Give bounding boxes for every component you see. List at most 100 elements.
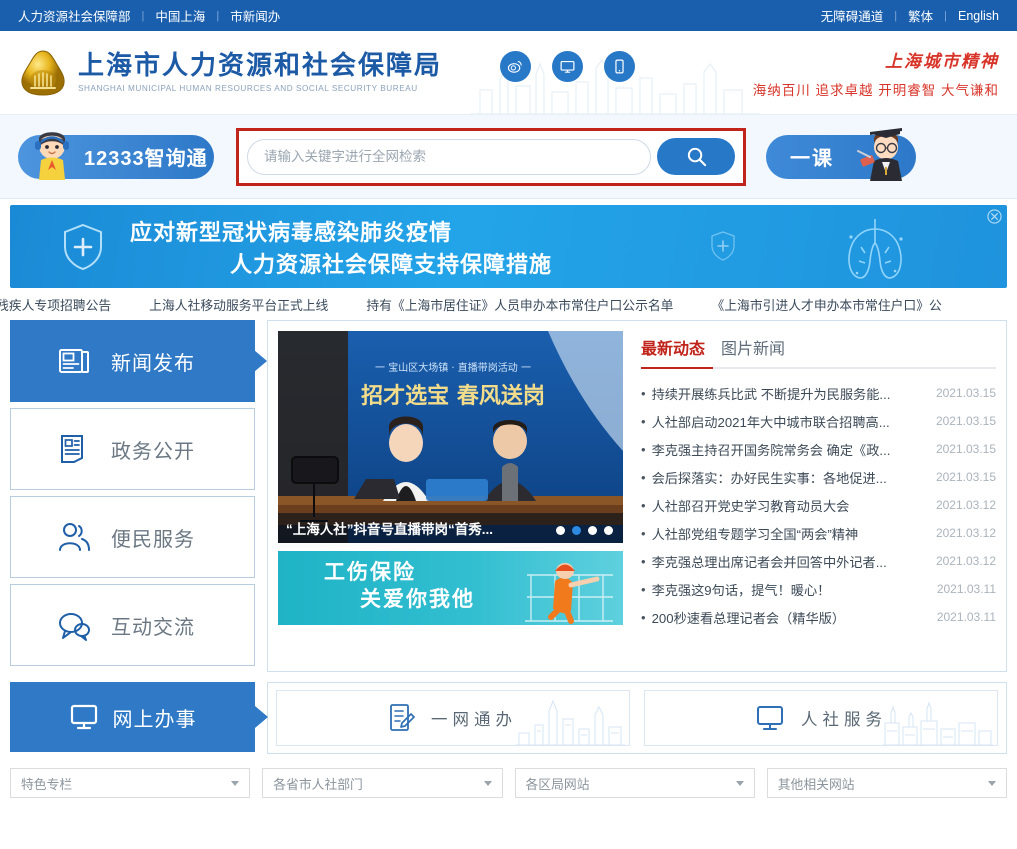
header-icon-group bbox=[500, 51, 635, 82]
select-label: 特色专栏 bbox=[21, 776, 73, 792]
search-box[interactable] bbox=[247, 138, 651, 175]
svg-text:一 宝山区大场镇 · 直播带岗活动 一: 一 宝山区大场镇 · 直播带岗活动 一 bbox=[375, 361, 531, 374]
yike-label: 一课 bbox=[790, 148, 834, 170]
page-subtitle-en: SHANGHAI MUNICIPAL HUMAN RESOURCES AND S… bbox=[78, 83, 418, 93]
news-item[interactable]: • 持续开展练兵比武 不断提升为民服务能... 2021.03.15 bbox=[641, 379, 996, 407]
bullet-icon: • bbox=[641, 553, 646, 569]
news-date: 2021.03.15 bbox=[935, 386, 996, 400]
sidebar-label-services: 便民服务 bbox=[111, 528, 195, 551]
mobile-icon bbox=[615, 59, 624, 74]
weibo-icon bbox=[507, 60, 522, 73]
footer-link-selects: 特色专栏 各省市人社部门 各区局网站 其他相关网站 bbox=[0, 754, 1017, 808]
topbar-link-shanghai[interactable]: 中国上海 bbox=[155, 6, 205, 25]
news-title: 人社部召开党史学习教育动员大会 bbox=[651, 498, 850, 514]
injury-insurance-banner[interactable]: 工伤保险 关爱你我他 bbox=[278, 551, 623, 625]
skyline-illustration bbox=[515, 699, 625, 745]
service-card-yiwangtongban[interactable]: 一网通办 bbox=[276, 690, 630, 746]
desktop-icon-button[interactable] bbox=[552, 51, 583, 82]
mascot-operator-icon bbox=[35, 131, 69, 180]
chevron-down-icon bbox=[231, 780, 240, 786]
news-item[interactable]: • 李克强主持召开国务院常务会 确定《政... 2021.03.15 bbox=[641, 435, 996, 463]
zhixuntong-button[interactable]: 12333智询通 bbox=[18, 131, 214, 180]
search-input[interactable] bbox=[264, 149, 634, 164]
select-provincial-departments[interactable]: 各省市人社部门 bbox=[262, 768, 503, 798]
news-title: 李克强总理出席记者会并回答中外记者... bbox=[651, 554, 887, 570]
marquee-link-4[interactable]: 《上海市引进人才申办本市常住户口》公 bbox=[711, 295, 941, 314]
news-tabs: 最新动态 图片新闻 bbox=[641, 331, 996, 367]
bullet-icon: • bbox=[641, 385, 646, 401]
sidebar-item-interaction[interactable]: 互动交流 bbox=[10, 584, 255, 666]
marquee-link-3[interactable]: 持有《上海市居住证》人员申办本市常住户口公示名单 bbox=[366, 295, 673, 314]
sidebar-item-services[interactable]: 便民服务 bbox=[10, 496, 255, 578]
featured-video[interactable]: 一 宝山区大场镇 · 直播带岗活动 一 招才选宝 春风送岗 “上海人社”抖音号直… bbox=[278, 331, 623, 543]
news-item[interactable]: • 人社部启动2021年大中城市联合招聘高... 2021.03.15 bbox=[641, 407, 996, 435]
bullet-icon: • bbox=[641, 581, 646, 597]
news-title: 人社部启动2021年大中城市联合招聘高... bbox=[651, 414, 890, 430]
news-title: 持续开展练兵比武 不断提升为民服务能... bbox=[651, 386, 891, 402]
topbar-link-ministry[interactable]: 人力资源社会保障部 bbox=[18, 6, 131, 25]
construction-worker-illustration bbox=[525, 563, 613, 624]
chevron-down-icon bbox=[483, 780, 492, 786]
tab-latest-updates[interactable]: 最新动态 bbox=[641, 335, 705, 359]
carousel-dot-2[interactable] bbox=[572, 526, 581, 535]
tab-underline bbox=[641, 367, 996, 369]
news-date: 2021.03.12 bbox=[935, 554, 996, 568]
select-other-sites[interactable]: 其他相关网站 bbox=[766, 768, 1007, 798]
news-date: 2021.03.12 bbox=[935, 526, 996, 540]
news-item[interactable]: • 人社部召开党史学习教育动员大会 2021.03.12 bbox=[641, 491, 996, 519]
sidebar-label-affairs: 政务公开 bbox=[111, 440, 195, 463]
bullet-icon: • bbox=[641, 469, 646, 485]
news-item[interactable]: • 李克强总理出席记者会并回答中外记者... 2021.03.12 bbox=[641, 547, 996, 575]
news-item[interactable]: • 李克强这9句话，提气！暖心！ 2021.03.11 bbox=[641, 575, 996, 603]
mascot-graduate-icon bbox=[857, 127, 902, 181]
document-icon bbox=[55, 430, 93, 468]
search-button[interactable] bbox=[657, 138, 735, 175]
marquee-links: 残疾人专项招聘公告 上海人社移动服务平台正式上线 持有《上海市居住证》人员申办本… bbox=[0, 288, 1017, 320]
newspaper-icon bbox=[55, 342, 93, 380]
topbar-link-accessibility[interactable]: 无障碍通道 bbox=[821, 6, 884, 25]
news-date: 2021.03.11 bbox=[936, 582, 996, 596]
sidebar-item-affairs[interactable]: 政务公开 bbox=[10, 408, 255, 490]
news-item[interactable]: • 会后探落实：办好民生实事：各地促进... 2021.03.15 bbox=[641, 463, 996, 491]
chevron-down-icon bbox=[988, 780, 996, 786]
select-special-columns[interactable]: 特色专栏 bbox=[10, 768, 251, 798]
news-title: 人社部党组专题学习全国“两会”精神 bbox=[651, 526, 859, 542]
marquee-link-1[interactable]: 残疾人专项招聘公告 bbox=[0, 295, 111, 314]
topbar-link-traditional[interactable]: 繁体 bbox=[908, 6, 933, 25]
service-card-label: 人社服务 bbox=[801, 711, 887, 729]
mobile-icon-button[interactable] bbox=[604, 51, 635, 82]
select-district-sites[interactable]: 各区局网站 bbox=[514, 768, 755, 798]
news-title: 李克强这9句话，提气！暖心！ bbox=[651, 582, 831, 598]
news-date: 2021.03.11 bbox=[936, 610, 996, 624]
city-spirit-block: 上海城市精神 海纳百川 追求卓越 开明睿智 大气谦和 bbox=[753, 47, 999, 99]
carousel-dot-1[interactable] bbox=[556, 526, 565, 535]
bullet-icon: • bbox=[641, 609, 646, 625]
sidebar-item-news[interactable]: 新闻发布 bbox=[10, 320, 255, 402]
search-highlight-frame bbox=[236, 127, 746, 186]
city-spirit-title: 上海城市精神 bbox=[885, 52, 999, 72]
marquee-link-2[interactable]: 上海人社移动服务平台正式上线 bbox=[149, 295, 328, 314]
covid-support-banner[interactable]: 应对新型冠状病毒感染肺炎疫情 人力资源社会保障支持保障措施 bbox=[10, 205, 1007, 288]
promo-text-block: 工伤保险 关爱你我他 bbox=[324, 559, 475, 614]
topbar-link-english[interactable]: English bbox=[958, 9, 999, 23]
promo-line-1: 工伤保险 bbox=[324, 561, 416, 584]
bullet-icon: • bbox=[641, 441, 646, 457]
carousel-dot-4[interactable] bbox=[604, 526, 613, 535]
carousel-dot-3[interactable] bbox=[588, 526, 597, 535]
service-card-renshefuwu[interactable]: 人社服务 bbox=[644, 690, 998, 746]
yike-button[interactable]: 一课 bbox=[766, 127, 916, 181]
weibo-icon-button[interactable] bbox=[500, 51, 531, 82]
select-label: 其他相关网站 bbox=[777, 776, 855, 792]
topbar-right-links: 无障碍通道 | 繁体 | English bbox=[821, 6, 999, 25]
online-service-nav[interactable]: 网上办事 bbox=[10, 682, 255, 752]
banner-area: 应对新型冠状病毒感染肺炎疫情 人力资源社会保障支持保障措施 bbox=[0, 199, 1017, 288]
news-item[interactable]: • 200秒速看总理记者会（精华版） 2021.03.11 bbox=[641, 603, 996, 631]
online-service-label: 网上办事 bbox=[112, 708, 197, 731]
topbar-link-press-office[interactable]: 市新闻办 bbox=[230, 6, 280, 25]
close-icon[interactable] bbox=[987, 209, 1002, 224]
search-strip: 12333智询通 一课 bbox=[0, 115, 1017, 199]
tab-photo-news[interactable]: 图片新闻 bbox=[721, 335, 785, 359]
select-label: 各区局网站 bbox=[525, 776, 590, 792]
news-item[interactable]: • 人社部党组专题学习全国“两会”精神 2021.03.12 bbox=[641, 519, 996, 547]
shield-plus-small-icon bbox=[711, 231, 735, 261]
